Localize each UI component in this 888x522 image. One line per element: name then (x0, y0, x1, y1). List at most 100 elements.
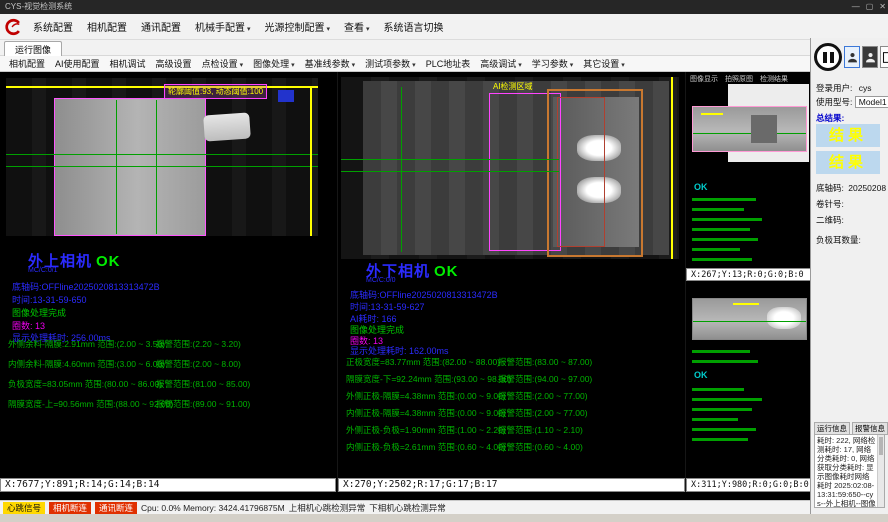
chevron-down-icon: ▾ (570, 62, 574, 69)
overlay-marker (701, 113, 723, 115)
tool-learning-params[interactable]: 学习参数▾ (527, 56, 579, 71)
tool-plc-address-table[interactable]: PLC地址表 (421, 56, 476, 71)
thumbnail-2[interactable]: OK (686, 284, 811, 476)
thumb-header-label[interactable]: 检测结果 (760, 74, 788, 84)
thumb-ok-label: OK (694, 370, 708, 380)
menu-language-switch[interactable]: 系统语言切换 (377, 17, 451, 36)
result-box-1: 结果 (816, 124, 880, 147)
overlay-rect (557, 97, 605, 247)
chevron-down-icon: ▾ (352, 62, 356, 69)
tool-advanced-debug[interactable]: 高级调试▾ (475, 56, 527, 71)
exit-button[interactable] (880, 46, 888, 68)
upper-camera-heartbeat-status: 上相机心跳检测异常 (289, 502, 366, 514)
window-title: CYS-视觉检测系统 (5, 2, 72, 11)
thumbnail-column: 图像显示 拍照原图 检测结果 OK (685, 72, 811, 492)
tool-spot-check[interactable]: 点检设置▾ (197, 56, 249, 71)
thumb-text-line (692, 408, 752, 411)
thumb-text-line (692, 438, 748, 441)
measurement-text: 隔膜宽度-上=90.56mm 范围:(88.00 ~ 92.00) (8, 398, 156, 410)
field-row: 负极耳数量: (816, 234, 885, 246)
app-window: CYS-视觉检测系统 — ▢ ✕ 系统配置 相机配置 通讯配置 机械手配置▾ 光… (0, 0, 888, 522)
tool-image-processing[interactable]: 图像处理▾ (248, 56, 300, 71)
user-settings-button[interactable] (862, 46, 878, 68)
thumb2-pixel-coordinate-bar: X:311;Y:980;R:0;G:0;B:0 (686, 478, 811, 492)
thumb-image-strip (692, 298, 807, 340)
measurement-row: 隔膜宽度-上=90.56mm 范围:(88.00 ~ 92.00) 报警范围:(… (8, 398, 332, 410)
tool-ai-usage-config[interactable]: AI使用配置 (50, 56, 105, 71)
pause-button[interactable] (814, 43, 842, 71)
menu-system-config[interactable]: 系统配置 (26, 17, 80, 36)
measurement-text: 外侧正极-负极=1.90mm 范围:(1.00 ~ 2.20) (346, 424, 498, 436)
tool-other-settings[interactable]: 其它设置▾ (578, 56, 630, 71)
thumb-header-label[interactable]: 拍照原图 (725, 74, 753, 84)
login-user-value: cys (859, 83, 872, 93)
cpu-memory-status: Cpu: 0.0% Memory: 3424.41796875M (141, 503, 285, 513)
thumb-text-line (692, 388, 744, 391)
menu-camera-config[interactable]: 相机配置 (80, 17, 134, 36)
roller-shape (203, 112, 251, 141)
overlay-line (693, 133, 806, 134)
middle-camera-view: AI检测区域 外下相机OK MC/C:0/0 底轴码:OFFline202502… (337, 72, 685, 492)
model-label: 使用型号: (816, 97, 852, 107)
user-login-button[interactable] (844, 46, 860, 68)
close-icon[interactable]: ✕ (879, 0, 886, 14)
overlay-line (310, 86, 312, 236)
measurement-row: 隔膜宽度-下=92.24mm 范围:(93.00 ~ 98.00) 报警范围:(… (346, 373, 681, 385)
result-ok: OK (434, 263, 459, 280)
thumb-text-line (692, 238, 758, 241)
measurement-row: 外侧正极-隔膜=4.38mm 范围:(0.00 ~ 9.00) 报警范围:(2.… (346, 390, 681, 402)
tool-baseline-params[interactable]: 基准线参数▾ (300, 56, 361, 71)
scrollbar-thumb[interactable] (879, 437, 883, 455)
overlay-line (6, 154, 318, 155)
menu-comm-config[interactable]: 通讯配置 (134, 17, 188, 36)
model-row: 使用型号: Model1 (816, 96, 885, 108)
status-bar: 心跳信号 相机断连 通讯断连 Cpu: 0.0% Memory: 3424.41… (0, 500, 810, 514)
menu-light-config[interactable]: 光源控制配置▾ (258, 17, 338, 36)
log-scrollbar[interactable] (877, 435, 884, 507)
maximize-icon[interactable]: ▢ (866, 0, 874, 14)
chevron-down-icon: ▾ (366, 26, 370, 33)
thumbnail-1[interactable]: OK (686, 84, 811, 268)
overlay-line (401, 87, 402, 252)
camera-substatus: MC/C:0/1 (28, 267, 58, 274)
overlay-line (116, 100, 117, 234)
pause-icon (823, 52, 827, 63)
model-select[interactable]: Model1 (855, 96, 888, 108)
left-camera-canvas[interactable]: 轮廓阈值:93, 动态阈值:100 (6, 78, 318, 236)
measurement-text: 内侧正极-负极=2.61mm 范围:(0.60 ~ 4.00) (346, 441, 498, 453)
menu-robot-config[interactable]: 机械手配置▾ (188, 17, 258, 36)
chevron-down-icon: ▾ (412, 62, 416, 69)
lower-camera-heartbeat-status: 下相机心跳检测异常 (369, 502, 446, 514)
overlay-marker (278, 90, 294, 102)
heartbeat-badge: 心跳信号 (3, 502, 45, 514)
threshold-label: 轮廓阈值:93, 动态阈值:100 (164, 84, 267, 99)
overlay-code: 底轴码:OFFline2025020813313472B (12, 280, 160, 293)
chevron-down-icon: ▾ (291, 62, 295, 69)
thumb-text-line (692, 218, 762, 221)
thumb-image-strip (692, 106, 807, 152)
middle-camera-canvas[interactable]: AI检测区域 (341, 77, 679, 259)
app-logo-icon (4, 18, 22, 36)
menu-view[interactable]: 查看▾ (337, 17, 377, 36)
alarm-range-text: 报警范围:(2.00 ~ 77.00) (498, 407, 681, 419)
overlay-line (341, 159, 559, 160)
alarm-range-text: 报警范围:(0.60 ~ 4.00) (498, 441, 681, 453)
field-row: 卷针号: (816, 198, 885, 210)
measurement-row: 内侧余料-隔膜:4.60mm 范围:(3.00 ~ 6.00) 报警范围:(2.… (8, 358, 332, 370)
overlay-line (671, 77, 673, 259)
thumb-text-line (692, 360, 758, 363)
tool-advanced-settings[interactable]: 高级设置 (151, 56, 197, 71)
measurement-row: 内侧正极-负极=2.61mm 范围:(0.60 ~ 4.00) 报警范围:(0.… (346, 441, 681, 453)
minimize-icon[interactable]: — (852, 0, 860, 14)
tool-test-params[interactable]: 测试项参数▾ (360, 56, 421, 71)
tool-camera-config[interactable]: 相机配置 (4, 56, 50, 71)
control-button-row (814, 43, 888, 71)
comm-disconnect-badge: 通讯断连 (95, 502, 137, 514)
tool-camera-debug[interactable]: 相机调试 (105, 56, 151, 71)
thumb-header-label[interactable]: 图像显示 (690, 74, 718, 84)
alarm-range-text: 报警范围:(1.10 ~ 2.10) (498, 424, 681, 436)
measurement-text: 内侧余料-隔膜:4.60mm 范围:(3.00 ~ 6.00) (8, 358, 156, 370)
measurement-text: 隔膜宽度-下=92.24mm 范围:(93.00 ~ 98.00) (346, 373, 498, 385)
overlay-line (6, 166, 318, 167)
alarm-range-text: 报警范围:(2.00 ~ 8.00) (156, 358, 332, 370)
